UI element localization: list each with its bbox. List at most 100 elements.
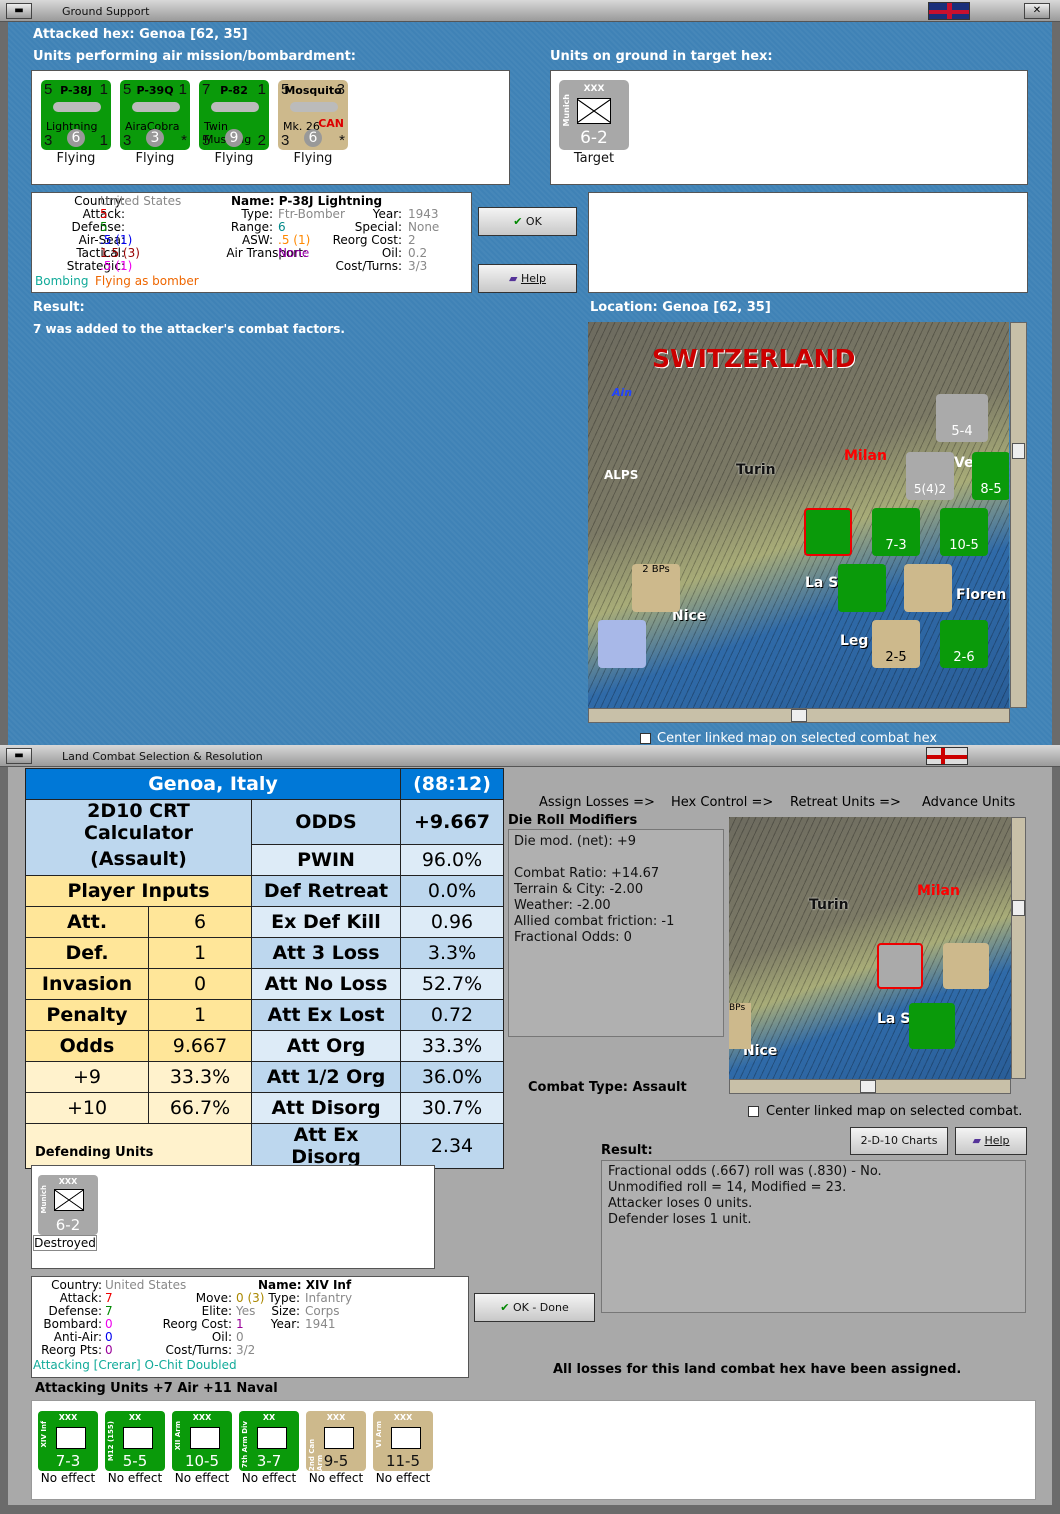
result-label: Result: [33,300,85,315]
crt-calculator-table: Genoa, Italy (88:12) 2D10 CRT Calculator O… [25,768,504,1169]
attacker-status: No effect [40,1471,96,1485]
map-vertical-scrollbar[interactable] [1010,322,1027,708]
attacked-hex-label: Attacked hex: Genoa [62, 35] [33,27,248,42]
step-retreat-units[interactable]: Retreat Units => [790,795,901,810]
map-counter: 2-6 [940,620,988,668]
attacker-counter[interactable]: XXX XII Arm 10-5 [172,1411,232,1471]
modifiers-label: Die Roll Modifiers [508,813,638,828]
map-counter [909,1003,955,1049]
map-counter: 5-4 [936,394,988,442]
modifier-line: Allied combat friction: -1 [514,914,675,929]
defender-counter[interactable]: XXX Munich 6-2 [38,1175,98,1235]
land-combat-titlebar: ▬ Land Combat Selection & Resolution [0,745,1060,767]
ground-unit-info-panel: Country: United States Attack: 7 Defense: 7… [31,1276,469,1378]
checkmark-icon: ✔ [513,215,523,228]
ground-units-label: Units on ground in target hex: [550,49,773,64]
air-units-label: Units performing air mission/bombardment… [33,49,357,64]
modifiers-panel: Die mod. (net): +9 Combat Ratio: +14.67 Te… [508,829,724,1037]
map-counter: 10-5 [940,508,988,556]
flag-icon [928,2,970,20]
ground-unit-counter[interactable]: XXX Munich 6-2 [559,80,629,150]
result-panel: Fractional odds (.667) roll was (.830) -… [601,1160,1026,1313]
map-counter: 5(4)2 [906,452,954,500]
help-button[interactable]: ▰ Help [478,264,577,293]
all-losses-message: All losses for this land combat hex have… [553,1362,962,1377]
combat-type: Combat Type: Assault [528,1080,687,1095]
map-counter: 7-3 [872,508,920,556]
map-counter: 8-5 [972,452,1009,500]
map-counter-bps: BPs [729,1003,751,1049]
air-unit-status: Flying [56,151,96,166]
map-counter [838,564,886,612]
map-counter-bps: 2 BPs [632,564,680,612]
air-unit-counter[interactable]: 5 P-39Q 1 AiraCobra 3 3 * [120,80,190,150]
map-counter [904,564,952,612]
air-unit-counter[interactable]: 5 Mosquito 3 Mk. 26 CAN 3 6 * [278,80,348,150]
checkmark-icon: ✔ [500,1301,510,1314]
attacker-counter[interactable]: XXX XIV Inf 7-3 [38,1411,98,1471]
secondary-info-panel [588,192,1028,293]
close-icon[interactable]: ✕ [1024,3,1050,19]
attacker-status: No effect [174,1471,230,1485]
modifier-line: Weather: -2.00 [514,898,611,913]
unit-symbol-icon [257,1427,287,1449]
map-counter: 2-5 [872,620,920,668]
air-unit-status: Flying [293,151,333,166]
center-map-label: Center linked map on selected combat hex [657,731,938,746]
step-advance-units[interactable]: Advance Units [922,795,1015,810]
attacker-counter[interactable]: XXX 2nd Can Arm 9-5 [306,1411,366,1471]
attacking-units-label: Attacking Units +7 Air +11 Naval [35,1381,278,1396]
book-icon: ▰ [972,1134,981,1147]
infantry-symbol-icon [54,1189,84,1211]
aircraft-icon [132,102,180,112]
location-label: Location: Genoa [62, 35] [590,300,771,315]
modifier-line: Die mod. (net): +9 [514,834,637,849]
air-unit-status: Flying [214,151,254,166]
aircraft-icon [53,102,101,112]
step-hex-control[interactable]: Hex Control => [671,795,773,810]
air-unit-status: Flying [135,151,175,166]
attacker-counter[interactable]: XX 7th Arm Div 3-7 [239,1411,299,1471]
unit-symbol-icon [56,1427,86,1449]
combat-map-vertical-scrollbar[interactable] [1011,817,1026,1079]
book-icon: ▰ [508,272,518,285]
ok-button[interactable]: ✔ OK [478,207,577,236]
selected-map-counter [804,508,852,556]
unit-symbol-icon [391,1427,421,1449]
attacker-status: No effect [375,1471,431,1485]
ok-done-button[interactable]: ✔ OK - Done [474,1293,595,1322]
center-combat-checkbox[interactable] [748,1106,759,1117]
modifier-line [514,850,718,866]
attacker-counter[interactable]: XXX VI Arm 11-5 [373,1411,433,1471]
defender-status: Destroyed [33,1235,97,1251]
combat-linked-map[interactable]: Turin Milan Nice La S BPs [729,817,1011,1079]
step-assign-losses[interactable]: Assign Losses => [539,795,655,810]
window-title: Land Combat Selection & Resolution [62,750,263,763]
ground-support-titlebar: ▬ Ground Support ✕ [0,0,1060,22]
unit-symbol-icon [123,1427,153,1449]
aircraft-icon [211,102,259,112]
combat-map-horizontal-scrollbar[interactable] [729,1079,1011,1094]
attacker-counter[interactable]: XX M12 (155) 5-5 [105,1411,165,1471]
center-map-checkbox[interactable] [640,733,651,744]
map-counter [943,943,989,989]
linked-map[interactable]: SWITZERLAND ALPS Turin Milan Nice La S L… [588,322,1009,708]
result-text: 7 was added to the attacker's combat fac… [33,322,345,336]
system-menu-button[interactable]: ▬ [6,748,32,764]
map-horizontal-scrollbar[interactable] [588,708,1010,723]
result-line: Unmodified roll = 14, Modified = 23. [608,1180,847,1195]
modifier-line: Terrain & City: -2.00 [514,882,644,897]
flag-icon [926,747,968,765]
modifier-line: Fractional Odds: 0 [514,930,632,945]
result-label: Result: [601,1143,653,1158]
charts-button[interactable]: 2-D-10 Charts [850,1127,948,1155]
system-menu-button[interactable]: ▬ [6,3,32,19]
modifier-line: Combat Ratio: +14.67 [514,866,660,881]
result-line: Defender loses 1 unit. [608,1212,752,1227]
attacker-status: No effect [308,1471,364,1485]
help-button[interactable]: ▰ Help [955,1127,1027,1155]
aircraft-icon [290,102,338,112]
map-counter [598,620,646,668]
air-unit-counter[interactable]: 5 P-38J 1 Lightning 3 6 1 [41,80,111,150]
air-unit-counter[interactable]: 7 P-82 1 Twin Mustang 5 9 2 [199,80,269,150]
